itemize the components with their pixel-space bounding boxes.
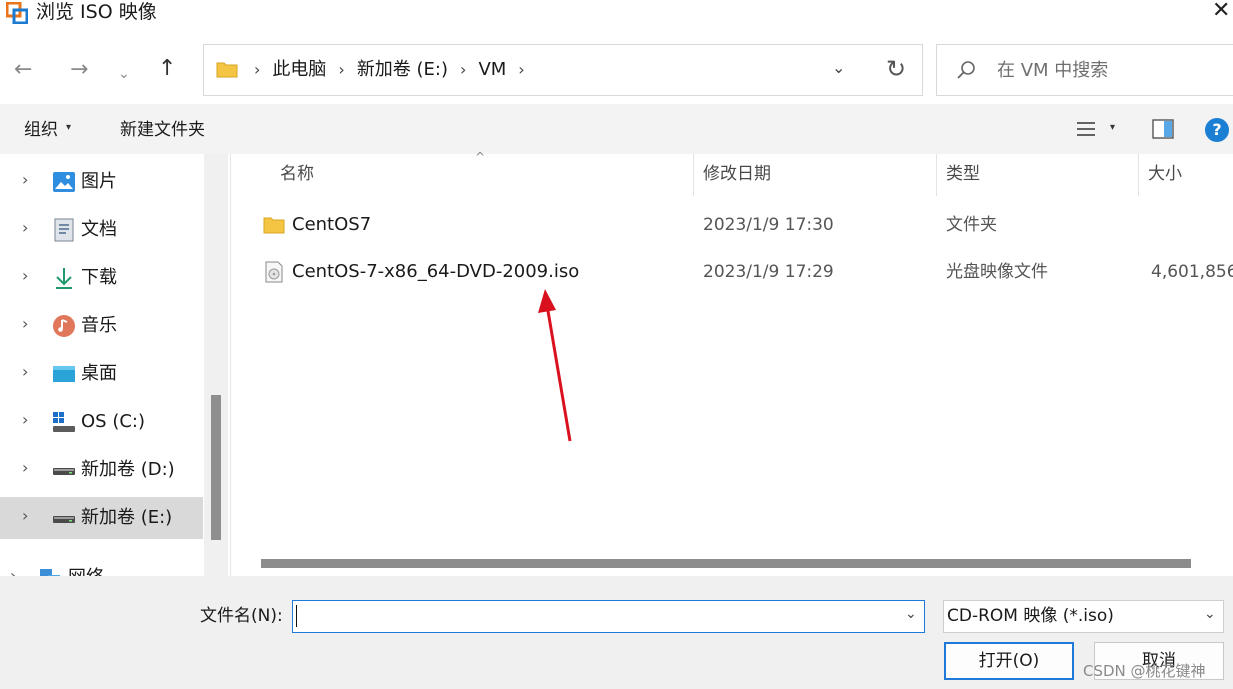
back-button[interactable]: ← [14, 56, 32, 84]
breadcrumb-separator: › [338, 60, 345, 79]
file-name[interactable]: CentOS-7-x86_64-DVD-2009.iso [292, 259, 579, 285]
sidebar-item-label: 桌面 [81, 363, 117, 384]
sidebar-item-documents[interactable]: › 文档 [0, 209, 203, 251]
windows-drive-icon [53, 412, 75, 432]
file-modified: 2023/1/9 17:29 [703, 262, 834, 282]
search-input[interactable]: 在 VM 中搜索 [997, 58, 1108, 84]
sidebar-item-pictures[interactable]: › 图片 [0, 161, 203, 203]
sidebar-item-downloads[interactable]: › 下载 [0, 257, 203, 299]
pane-divider[interactable] [230, 154, 231, 576]
sidebar-item-os-c[interactable]: › OS (C:) [0, 401, 203, 443]
column-header-name[interactable]: 名称 [280, 162, 314, 186]
chevron-down-icon[interactable]: ⌄ [905, 606, 917, 622]
sidebar-item-network[interactable]: › 网络 [0, 557, 203, 576]
horizontal-scrollbar-thumb[interactable] [261, 559, 1191, 568]
search-box[interactable]: 在 VM 中搜索 [936, 44, 1233, 96]
documents-icon [54, 218, 74, 242]
up-button[interactable]: ↑ [158, 55, 176, 83]
breadcrumb-vm[interactable]: VM [478, 57, 506, 83]
navigation-pane: › 图片 › 文档 › 下载 › 音乐 › 桌面 › OS (C:) › 新加卷… [0, 154, 230, 576]
view-options-icon[interactable] [1076, 120, 1096, 138]
drive-icon [53, 516, 75, 523]
file-size: 4,601,856 [1151, 262, 1233, 282]
vmware-app-icon [6, 2, 28, 24]
desktop-icon [53, 366, 75, 382]
sidebar-item-label: OS (C:) [81, 411, 145, 432]
column-header-type[interactable]: 类型 [946, 162, 980, 186]
downloads-icon [56, 268, 72, 289]
open-button[interactable]: 打开(O) [944, 642, 1074, 680]
watermark: CSDN @桃花键神 [1083, 662, 1206, 680]
organize-button[interactable]: 组织 [24, 118, 58, 142]
chevron-right-icon[interactable]: › [22, 170, 28, 189]
chevron-down-icon[interactable]: ⌄ [1204, 606, 1216, 622]
breadcrumb-this-pc[interactable]: 此电脑 [272, 57, 326, 83]
chevron-right-icon[interactable]: › [22, 266, 28, 285]
sidebar-item-label: 新加卷 (E:) [81, 507, 173, 528]
window-title: 浏览 ISO 映像 [36, 1, 157, 23]
file-modified: 2023/1/9 17:30 [703, 215, 834, 235]
breadcrumb-volume-e[interactable]: 新加卷 (E:) [357, 57, 448, 83]
sidebar-item-desktop[interactable]: › 桌面 [0, 353, 203, 395]
folder-icon [263, 217, 285, 234]
new-folder-button[interactable]: 新建文件夹 [120, 118, 205, 142]
sidebar-item-music[interactable]: › 音乐 [0, 305, 203, 347]
nav-scrollbar-thumb[interactable] [211, 395, 221, 540]
help-icon[interactable]: ? [1205, 118, 1229, 142]
chevron-right-icon[interactable]: › [22, 362, 28, 381]
breadcrumb-separator: › [254, 60, 261, 79]
sidebar-item-volume-e[interactable]: › 新加卷 (E:) [0, 497, 203, 539]
sidebar-item-label: 下载 [81, 267, 117, 288]
breadcrumb: › 此电脑 › 新加卷 (E:) › VM › [254, 57, 537, 83]
chevron-right-icon[interactable]: › [10, 566, 16, 576]
chevron-right-icon[interactable]: › [22, 314, 28, 333]
chevron-right-icon[interactable]: › [22, 506, 28, 525]
network-icon [40, 569, 60, 576]
text-caret [296, 605, 297, 627]
file-type: 光盘映像文件 [946, 262, 1048, 282]
sidebar-item-volume-d[interactable]: › 新加卷 (D:) [0, 449, 203, 491]
sidebar-item-label: 新加卷 (D:) [81, 459, 175, 480]
sidebar-item-label: 文档 [81, 219, 117, 240]
address-dropdown-icon[interactable]: ⌄ [832, 58, 845, 77]
drive-icon [53, 468, 75, 475]
address-bar[interactable]: › 此电脑 › 新加卷 (E:) › VM › ⌄ ↻ [203, 44, 923, 96]
folder-icon [216, 62, 238, 78]
sidebar-item-label: 网络 [68, 565, 104, 576]
filename-label: 文件名(N): [200, 606, 283, 626]
column-divider[interactable] [1138, 154, 1139, 196]
chevron-right-icon[interactable]: › [22, 218, 28, 237]
file-name[interactable]: CentOS7 [292, 212, 371, 238]
breadcrumb-separator: › [460, 60, 467, 79]
column-divider[interactable] [693, 154, 694, 196]
filename-input[interactable] [292, 600, 925, 633]
view-caret-icon[interactable]: ▾ [1110, 122, 1115, 133]
search-icon [957, 61, 975, 79]
pictures-icon [53, 172, 75, 192]
close-button[interactable]: ✕ [1212, 0, 1230, 24]
command-bar: 组织 ▾ 新建文件夹 ▾ ? [0, 104, 1233, 154]
forward-button[interactable]: → [70, 56, 88, 84]
chevron-right-icon[interactable]: › [22, 410, 28, 429]
organize-caret-icon[interactable]: ▾ [66, 122, 71, 133]
breadcrumb-separator: › [518, 60, 525, 79]
preview-pane-icon[interactable] [1152, 119, 1174, 139]
disc-image-icon [265, 261, 283, 283]
file-type-filter-value[interactable]: CD-ROM 映像 (*.iso) [947, 604, 1114, 628]
refresh-icon[interactable]: ↻ [886, 55, 906, 83]
column-header-size[interactable]: 大小 [1148, 162, 1182, 186]
chevron-right-icon[interactable]: › [22, 458, 28, 477]
music-icon [53, 315, 75, 337]
recent-locations-button[interactable]: ⌄ [118, 60, 130, 88]
sidebar-item-label: 音乐 [81, 315, 117, 336]
sidebar-item-label: 图片 [81, 171, 117, 192]
column-divider[interactable] [936, 154, 937, 196]
file-type: 文件夹 [946, 215, 997, 235]
title-bar [0, 0, 1233, 30]
column-header-modified[interactable]: 修改日期 [703, 162, 771, 186]
sort-ascending-icon: ^ [475, 150, 486, 164]
